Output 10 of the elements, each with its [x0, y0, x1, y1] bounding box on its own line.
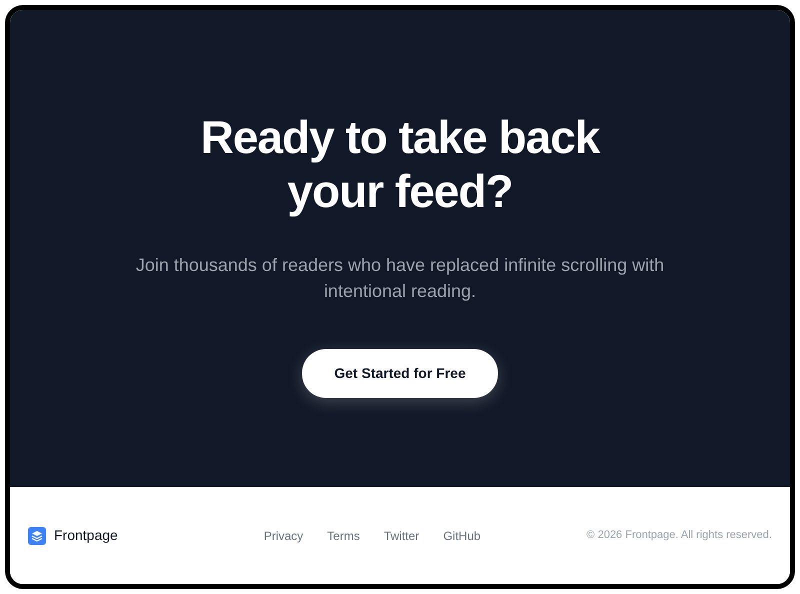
footer-link[interactable]: Twitter [384, 526, 420, 544]
get-started-button[interactable]: Get Started for Free [302, 349, 498, 398]
brand-name: Frontpage [54, 526, 118, 545]
logo-icon [28, 526, 46, 544]
footer-link[interactable]: GitHub [443, 526, 481, 544]
footer-link[interactable]: Terms [327, 526, 360, 544]
copyright-text: © 2026 Frontpage. All rights reserved. [586, 528, 772, 544]
footer-link[interactable]: Privacy [264, 526, 304, 544]
hero-heading: Ready to take back your feed? [200, 110, 602, 218]
hero-subtitle: Join thousands of readers who have replaced infinite scrolling with intentional reading. [134, 254, 666, 303]
